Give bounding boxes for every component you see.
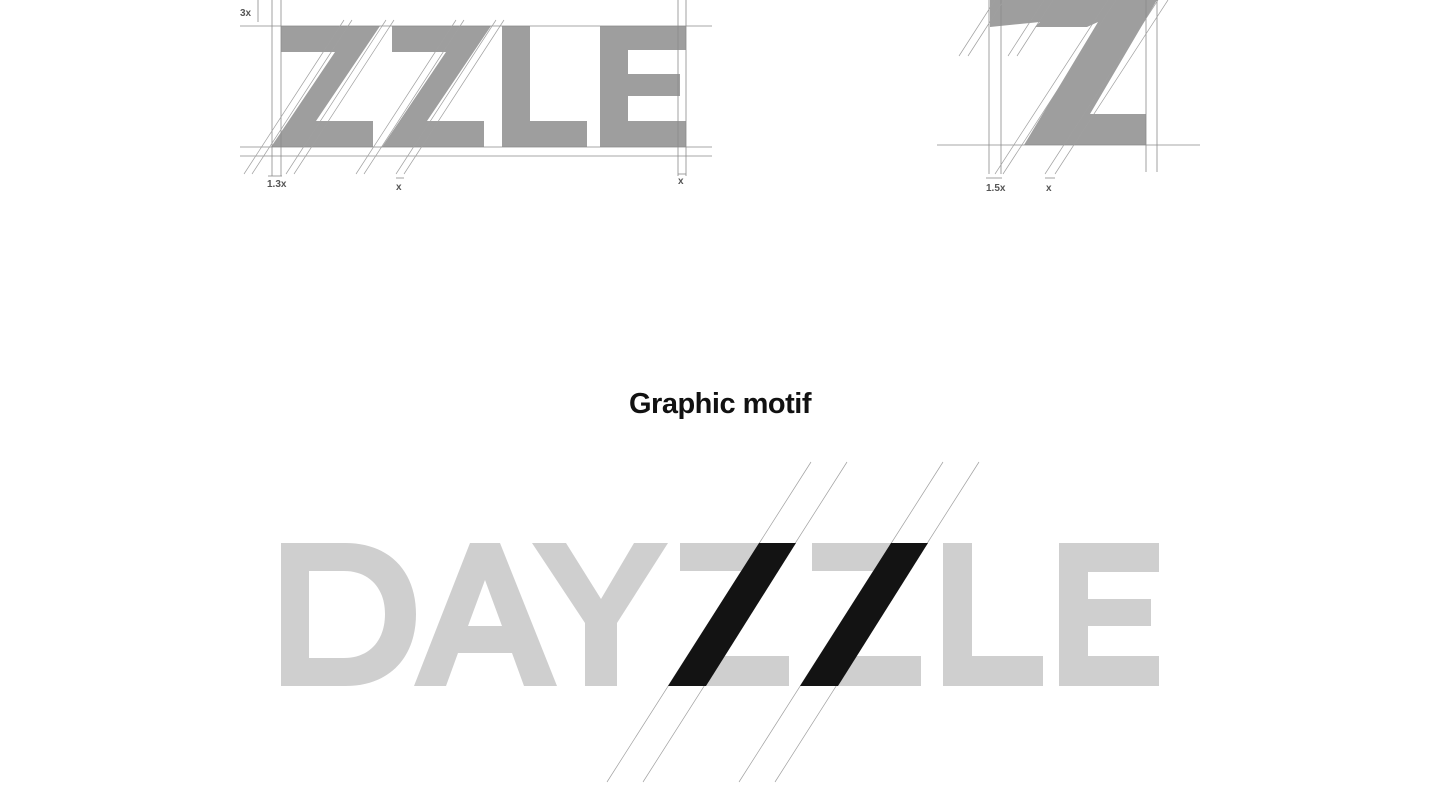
motif-letter-e [1059, 543, 1159, 686]
letter-construction: 1.5x x [937, 0, 1200, 194]
construction-letter-z1 [271, 26, 380, 147]
construction-letter-e [600, 26, 686, 147]
label-cap-offset: 3x [240, 8, 252, 19]
label-detail-stroke: 1.5x [986, 183, 1006, 194]
motif-letter-d [281, 543, 416, 686]
section-title: Graphic motif [628, 388, 812, 420]
label-gap-e: x [678, 176, 684, 187]
motif-letter-y [532, 543, 668, 686]
motif-letter-l [943, 543, 1043, 686]
motif-guides [606, 461, 980, 783]
motif-letter-a [414, 543, 557, 686]
construction-letters [271, 26, 686, 147]
label-gap-z: x [396, 182, 402, 193]
construction-letter-z2 [382, 26, 491, 147]
wordmark-construction: 3x 1.3x x x [240, 0, 712, 193]
graphic-motif [281, 461, 1159, 783]
construction-detail-z [990, 0, 1157, 145]
construction-letter-l [502, 26, 587, 147]
label-stroke-width: 1.3x [267, 179, 287, 190]
label-detail-gap: x [1046, 183, 1052, 194]
